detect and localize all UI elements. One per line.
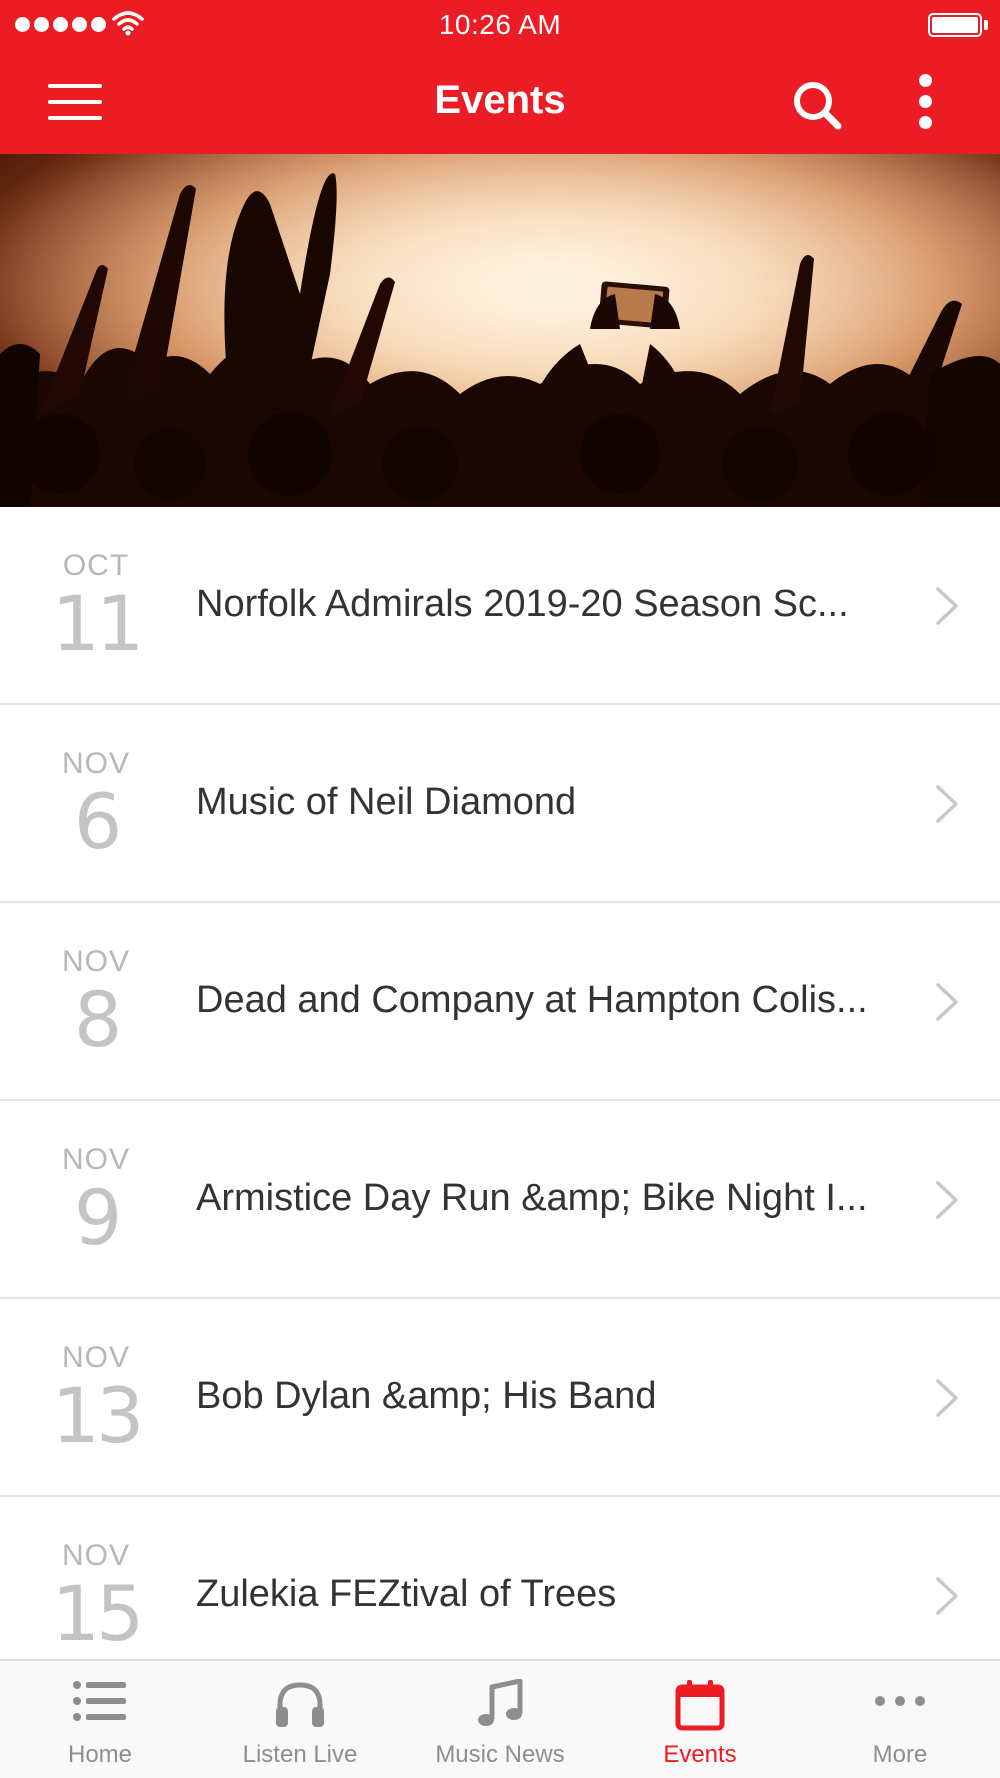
tab-music-news-label: Music News (435, 1741, 565, 1768)
chevron-right-icon (936, 983, 958, 1021)
concert-crowd-image (0, 154, 1000, 507)
tab-music-news[interactable]: Music News (400, 1661, 600, 1778)
event-title: Dead and Company at Hampton Colis... (196, 979, 868, 1021)
event-title: Music of Neil Diamond (196, 781, 577, 823)
event-day: 13 (51, 1371, 145, 1460)
tab-listen-live[interactable]: Listen Live (200, 1661, 400, 1778)
tab-events[interactable]: Events (600, 1661, 800, 1778)
chevron-right-icon (936, 1577, 958, 1615)
event-month: OCT (62, 549, 130, 582)
nav-bar: Events (0, 48, 1000, 154)
battery-icon (928, 13, 982, 37)
event-day: 11 (51, 579, 145, 668)
event-title: Armistice Day Run &amp; Bike Night I... (196, 1177, 868, 1219)
event-month: NOV (61, 1341, 130, 1374)
headphones-icon (276, 1682, 324, 1727)
status-bar: 10:26 AM (0, 0, 1000, 48)
status-time: 10:26 AM (438, 9, 562, 40)
event-row[interactable]: NOV 9 Armistice Day Run &amp; Bike Night… (0, 1101, 1000, 1299)
event-row[interactable]: NOV 15 Zulekia FEZtival of Trees (0, 1497, 1000, 1659)
page-title: Events (434, 78, 566, 122)
list-icon (73, 1681, 126, 1721)
tab-home[interactable]: Home (0, 1661, 200, 1778)
event-title: Zulekia FEZtival of Trees (196, 1573, 617, 1615)
event-day: 9 (73, 1173, 122, 1262)
event-day: 6 (73, 777, 122, 866)
tab-more[interactable]: More (800, 1661, 1000, 1778)
tab-listen-live-label: Listen Live (242, 1741, 358, 1768)
chevron-right-icon (936, 1379, 958, 1417)
hero-banner (0, 154, 1000, 507)
tab-events-label: Events (663, 1741, 737, 1768)
event-row[interactable]: NOV 8 Dead and Company at Hampton Colis.… (0, 903, 1000, 1101)
calendar-icon (675, 1680, 725, 1731)
event-list: OCT 11 Norfolk Admirals 2019-20 Season S… (0, 507, 1000, 1659)
event-month: NOV (61, 1143, 130, 1176)
event-title: Bob Dylan &amp; His Band (196, 1375, 657, 1417)
search-icon[interactable] (790, 78, 844, 132)
music-note-icon (478, 1679, 523, 1726)
chevron-right-icon (936, 1181, 958, 1219)
more-horizontal-icon (875, 1696, 925, 1706)
event-month: NOV (61, 1539, 130, 1572)
event-row[interactable]: OCT 11 Norfolk Admirals 2019-20 Season S… (0, 507, 1000, 705)
tab-bar: Home Listen Live Music News Events More (0, 1659, 1000, 1778)
event-row[interactable]: NOV 13 Bob Dylan &amp; His Band (0, 1299, 1000, 1497)
tab-more-label: More (872, 1741, 928, 1768)
event-month: NOV (61, 945, 130, 978)
tab-home-label: Home (67, 1741, 133, 1768)
event-day: 15 (51, 1569, 145, 1658)
more-options-button[interactable] (916, 74, 936, 130)
event-day: 8 (73, 975, 122, 1064)
chevron-right-icon (936, 785, 958, 823)
event-row[interactable]: NOV 6 Music of Neil Diamond (0, 705, 1000, 903)
battery-tip (984, 20, 988, 30)
event-title: Norfolk Admirals 2019-20 Season Sc... (196, 583, 849, 625)
chevron-right-icon (936, 587, 958, 625)
event-month: NOV (61, 747, 130, 780)
